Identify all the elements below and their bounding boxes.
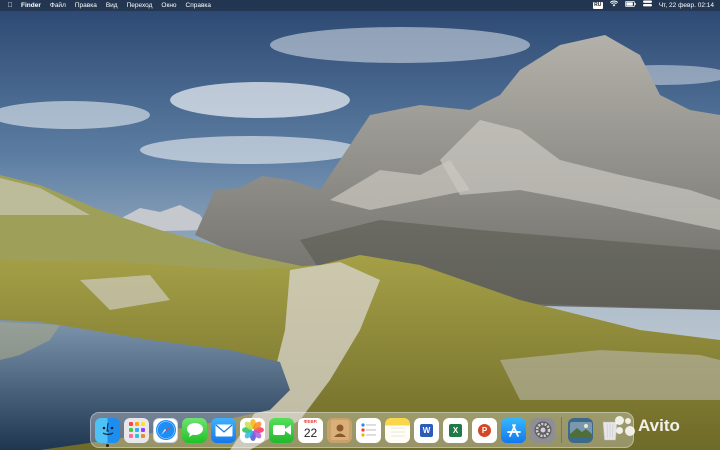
- messages-icon[interactable]: [182, 417, 207, 443]
- downloads-stack-icon[interactable]: [568, 417, 593, 443]
- appstore-icon[interactable]: [501, 417, 526, 443]
- apple-logo-icon[interactable]: : [6, 2, 14, 9]
- menu-bar:  Finder Файл Правка Вид Переход Окно Сп…: [0, 0, 720, 11]
- reminders-icon[interactable]: [356, 417, 381, 443]
- menu-window[interactable]: Окно: [161, 2, 176, 9]
- menu-clock[interactable]: Чт, 22 февр. 02:14: [659, 2, 714, 9]
- calendar-icon[interactable]: ФЕВР. 22: [298, 417, 323, 443]
- calendar-day: 22: [303, 425, 318, 440]
- menu-file[interactable]: Файл: [50, 2, 66, 9]
- calendar-month: ФЕВР.: [298, 417, 323, 425]
- wifi-icon[interactable]: [609, 0, 618, 11]
- menu-help[interactable]: Справка: [186, 2, 212, 9]
- settings-icon[interactable]: [530, 417, 555, 443]
- avito-watermark: Avito: [615, 414, 720, 438]
- word-icon[interactable]: W: [414, 417, 439, 443]
- menu-edit[interactable]: Правка: [75, 2, 97, 9]
- running-indicator: [106, 443, 109, 447]
- word-letter: W: [420, 423, 433, 437]
- mail-icon[interactable]: [211, 417, 236, 443]
- input-source-badge[interactable]: RU: [592, 2, 603, 9]
- notes-icon[interactable]: [385, 417, 410, 443]
- excel-icon[interactable]: X: [443, 417, 468, 443]
- excel-letter: X: [449, 423, 462, 437]
- contacts-icon[interactable]: [327, 417, 352, 443]
- facetime-icon[interactable]: [269, 417, 294, 443]
- powerpoint-icon[interactable]: P: [472, 417, 497, 443]
- desktop-wallpaper: [0, 0, 720, 450]
- control-center-icon[interactable]: [642, 0, 652, 11]
- status-area: RU Чт, 22 февр. 02:14: [592, 0, 714, 11]
- dock-separator: [561, 417, 562, 443]
- avito-watermark-text: Avito: [638, 416, 680, 435]
- menu-app-name[interactable]: Finder: [21, 2, 41, 9]
- menu-view[interactable]: Вид: [106, 2, 118, 9]
- avito-logo-icon: [615, 416, 635, 436]
- photos-icon[interactable]: [240, 417, 265, 443]
- launchpad-icon[interactable]: [124, 417, 149, 443]
- menu-go[interactable]: Переход: [127, 2, 153, 9]
- finder-icon[interactable]: [95, 417, 120, 447]
- safari-icon[interactable]: [153, 417, 178, 443]
- battery-icon[interactable]: [624, 0, 636, 11]
- dock: ФЕВР. 22 W X P: [90, 412, 634, 448]
- powerpoint-letter: P: [478, 423, 491, 437]
